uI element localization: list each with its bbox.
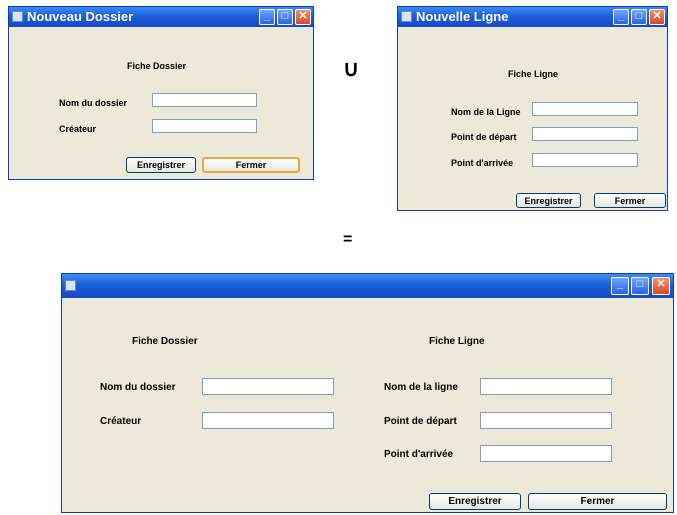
form-heading: Fiche Dossier [127, 61, 187, 71]
window-combined: _ □ ✕ Fiche Dossier Fiche Ligne Nom du d… [61, 273, 674, 513]
label-nom-dossier: Nom du dossier [100, 382, 176, 393]
label-createur: Créateur [59, 124, 97, 134]
window-title: Nouvelle Ligne [416, 9, 509, 24]
title-bar[interactable]: _ □ ✕ [62, 274, 673, 298]
point-depart-input[interactable] [480, 412, 612, 429]
minimize-button[interactable]: _ [613, 9, 629, 25]
createur-input[interactable] [152, 119, 257, 133]
label-nom-ligne: Nom de la Ligne [451, 107, 521, 117]
union-operator: ∪ [343, 56, 360, 81]
window-nouveau-dossier: Nouveau Dossier _ □ ✕ Fiche Dossier Nom … [8, 6, 314, 180]
app-icon [12, 11, 23, 22]
nom-ligne-input[interactable] [532, 102, 638, 116]
maximize-button[interactable]: □ [631, 9, 647, 25]
point-depart-input[interactable] [532, 127, 638, 141]
label-nom-ligne: Nom de la ligne [384, 382, 458, 393]
heading-dossier: Fiche Dossier [132, 336, 198, 347]
equals-operator: = [343, 231, 353, 248]
nom-ligne-input[interactable] [480, 378, 612, 395]
window-nouvelle-ligne: Nouvelle Ligne _ □ ✕ Fiche Ligne Nom de … [397, 6, 668, 211]
point-arrivee-input[interactable] [480, 445, 612, 462]
label-nom-dossier: Nom du dossier [59, 98, 128, 108]
title-bar[interactable]: Nouvelle Ligne _ □ ✕ [398, 7, 667, 27]
nom-dossier-input[interactable] [152, 93, 257, 107]
close-button[interactable]: ✕ [649, 9, 665, 25]
close-button[interactable]: ✕ [295, 9, 311, 25]
window-title: Nouveau Dossier [27, 9, 134, 24]
close-form-button[interactable]: Fermer [528, 493, 667, 510]
app-icon [401, 11, 412, 22]
maximize-button[interactable]: □ [631, 277, 649, 295]
close-button[interactable]: ✕ [652, 277, 670, 295]
createur-input[interactable] [202, 412, 334, 429]
save-button[interactable]: Enregistrer [429, 493, 521, 510]
nom-dossier-input[interactable] [202, 378, 334, 395]
label-point-depart: Point de départ [384, 416, 457, 427]
label-point-arrivee: Point d'arrivée [384, 449, 454, 460]
save-button[interactable]: Enregistrer [126, 157, 196, 173]
save-button[interactable]: Enregistrer [516, 193, 581, 208]
label-point-arrivee: Point d'arrivée [451, 158, 514, 168]
maximize-button[interactable]: □ [277, 9, 293, 25]
minimize-button[interactable]: _ [611, 277, 629, 295]
label-point-depart: Point de départ [451, 132, 517, 142]
close-form-button[interactable]: Fermer [594, 193, 666, 208]
minimize-button[interactable]: _ [259, 9, 275, 25]
label-createur: Créateur [100, 416, 142, 427]
form-heading: Fiche Ligne [508, 69, 559, 79]
title-bar[interactable]: Nouveau Dossier _ □ ✕ [9, 7, 313, 27]
heading-ligne: Fiche Ligne [429, 336, 485, 347]
app-icon [65, 280, 76, 291]
point-arrivee-input[interactable] [532, 153, 638, 167]
close-form-button[interactable]: Fermer [202, 157, 300, 173]
